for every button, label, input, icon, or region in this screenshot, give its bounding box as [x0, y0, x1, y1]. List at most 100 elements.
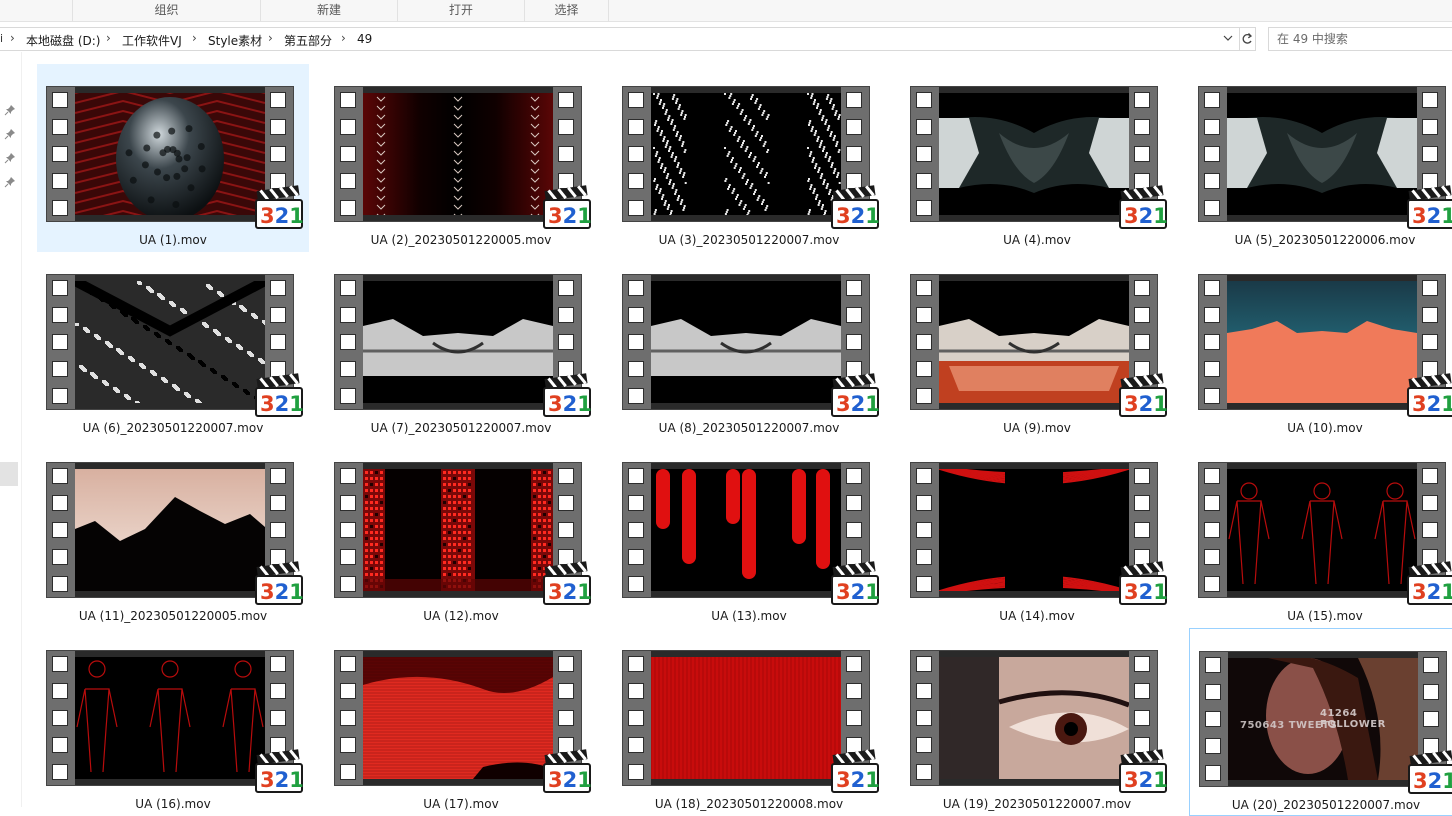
file-tile[interactable]: 321 UA (4).mov	[901, 64, 1173, 252]
chevron-right-icon[interactable]: ›	[341, 31, 346, 45]
film-hole	[628, 576, 644, 592]
film-hole	[340, 468, 356, 484]
film-hole	[1204, 522, 1220, 538]
film-hole	[1134, 522, 1150, 538]
file-tile[interactable]: 321 UA (6)_20230501220007.mov	[37, 252, 309, 440]
file-tile[interactable]: 41264 FOLLOWER 750643 TWEETS 321 UA (20)_20…	[1189, 628, 1452, 816]
media-player-321-icon: 321	[255, 373, 304, 417]
film-hole	[558, 92, 574, 108]
video-preview-frame	[651, 281, 841, 403]
file-name-label: UA (4).mov	[1003, 233, 1071, 247]
film-hole	[52, 764, 68, 780]
media-player-321-icon: 321	[255, 561, 304, 605]
chevron-right-icon[interactable]: ›	[10, 31, 15, 45]
film-hole	[52, 468, 68, 484]
film-hole	[916, 683, 932, 699]
breadcrumb-current-folder[interactable]: 49	[357, 32, 372, 46]
pin-icon[interactable]	[4, 128, 16, 140]
file-name-label: UA (12).mov	[423, 609, 499, 623]
pin-icon[interactable]	[4, 152, 16, 164]
film-strip	[1199, 87, 1227, 221]
chevron-down-icon[interactable]	[1220, 31, 1236, 49]
film-hole	[916, 334, 932, 350]
nav-scroll-thumb[interactable]	[0, 462, 18, 486]
breadcrumb-vj-software[interactable]: 工作软件VJ	[122, 32, 182, 49]
pin-icon[interactable]	[4, 176, 16, 188]
film-frame-edge	[363, 403, 553, 409]
film-hole	[916, 388, 932, 404]
svg-text:321: 321	[260, 768, 304, 792]
file-tile[interactable]: 321 UA (3)_20230501220007.mov	[613, 64, 885, 252]
film-hole	[52, 92, 68, 108]
file-tile[interactable]: 321 UA (12).mov	[325, 440, 597, 628]
file-name-label: UA (19)_20230501220007.mov	[942, 797, 1132, 811]
chevron-right-icon[interactable]: ›	[192, 31, 197, 45]
film-hole	[52, 307, 68, 323]
file-tile[interactable]: 321 UA (17).mov	[325, 628, 597, 816]
file-tile[interactable]: 321 UA (18)_20230501220008.mov	[613, 628, 885, 816]
breadcrumb-local-disk[interactable]: 本地磁盘 (D:)	[26, 32, 100, 49]
file-tile[interactable]: 321 UA (16).mov	[37, 628, 309, 816]
breadcrumb-part-five[interactable]: 第五部分	[284, 32, 332, 49]
film-hole	[52, 200, 68, 216]
film-hole	[1134, 710, 1150, 726]
film-hole	[52, 683, 68, 699]
film-frame-edge	[75, 591, 265, 597]
film-frame-edge	[1228, 780, 1418, 786]
file-tile[interactable]: 321 UA (13).mov	[613, 440, 885, 628]
film-hole	[1205, 738, 1221, 754]
video-preview-frame	[651, 657, 841, 779]
file-tile[interactable]: 321 UA (11)_20230501220005.mov	[37, 440, 309, 628]
ribbon-group-new[interactable]: 新建	[260, 0, 397, 22]
file-tile[interactable]: 321 UA (15).mov	[1189, 440, 1452, 628]
film-hole	[52, 656, 68, 672]
file-tile[interactable]: 321 UA (5)_20230501220006.mov	[1189, 64, 1452, 252]
breadcrumb-overflow-icon[interactable]: i	[0, 32, 3, 45]
film-strip	[47, 463, 75, 597]
address-bar[interactable]: i › 本地磁盘 (D:) › 工作软件VJ › Style素材 › 第五部分 …	[0, 27, 1240, 51]
film-strip	[623, 275, 651, 409]
film-hole	[628, 468, 644, 484]
refresh-button[interactable]	[1240, 27, 1256, 51]
file-tile[interactable]: 321 UA (1).mov	[37, 64, 309, 252]
file-tile[interactable]: 321 UA (14).mov	[901, 440, 1173, 628]
file-tile[interactable]: 321 UA (2)_20230501220005.mov	[325, 64, 597, 252]
breadcrumb-style-assets[interactable]: Style素材	[208, 32, 262, 49]
file-tile[interactable]: 321 UA (8)_20230501220007.mov	[613, 252, 885, 440]
film-hole	[52, 737, 68, 753]
film-hole	[270, 683, 286, 699]
ribbon-group-select[interactable]: 选择	[524, 0, 609, 22]
film-hole	[1204, 119, 1220, 135]
film-strip	[623, 463, 651, 597]
film-hole	[628, 388, 644, 404]
film-hole	[846, 146, 862, 162]
film-hole	[558, 146, 574, 162]
film-hole	[628, 549, 644, 565]
film-hole	[558, 522, 574, 538]
film-strip	[335, 463, 363, 597]
film-hole	[558, 710, 574, 726]
film-hole	[846, 683, 862, 699]
media-player-321-icon: 321	[543, 749, 592, 793]
film-hole	[1134, 146, 1150, 162]
film-hole	[846, 92, 862, 108]
pin-icon[interactable]	[4, 104, 16, 116]
film-hole	[1134, 92, 1150, 108]
svg-text:321: 321	[548, 204, 592, 228]
ribbon-group-open[interactable]: 打开	[397, 0, 524, 22]
film-hole	[1205, 657, 1221, 673]
film-hole	[340, 307, 356, 323]
svg-text:321: 321	[1413, 769, 1452, 793]
file-tile[interactable]: 321 UA (9).mov	[901, 252, 1173, 440]
film-hole	[1134, 119, 1150, 135]
chevron-right-icon[interactable]: ›	[106, 31, 111, 45]
chevron-right-icon[interactable]: ›	[268, 31, 273, 45]
file-tile[interactable]: 321 UA (10).mov	[1189, 252, 1452, 440]
file-tile[interactable]: 321 UA (19)_20230501220007.mov	[901, 628, 1173, 816]
file-tile[interactable]: 321 UA (7)_20230501220007.mov	[325, 252, 597, 440]
film-hole	[628, 764, 644, 780]
media-player-321-icon: 321	[831, 185, 880, 229]
search-input[interactable]	[1268, 27, 1452, 51]
svg-text:321: 321	[1412, 392, 1452, 416]
ribbon-group-organize[interactable]: 组织	[72, 0, 260, 22]
